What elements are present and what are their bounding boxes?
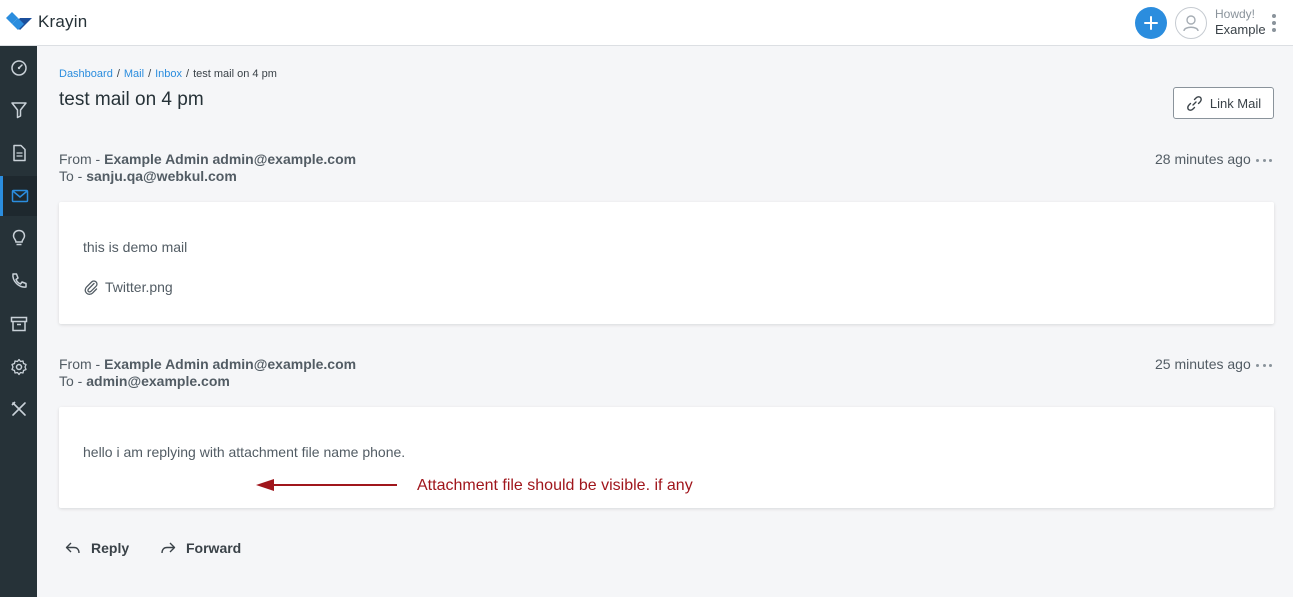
archive-icon (10, 316, 27, 332)
filter-icon (10, 102, 27, 119)
phone-icon (11, 273, 27, 288)
dot-icon (1272, 28, 1276, 32)
email-1-meta: From - Example Admin admin@example.com T… (59, 151, 356, 185)
sidebar-item-leads[interactable] (0, 90, 37, 130)
email-1-card: this is demo mail Twitter.png (59, 202, 1274, 324)
greeting-text: Howdy! (1215, 7, 1256, 21)
top-header: Krayin Howdy! Example (0, 0, 1293, 46)
sidebar-item-contacts[interactable] (0, 261, 37, 301)
breadcrumb-current: test mail on 4 pm (193, 68, 277, 80)
sidebar-item-products[interactable] (0, 304, 37, 344)
sidebar (0, 46, 37, 597)
page-title: test mail on 4 pm (59, 89, 204, 110)
breadcrumb-separator: / (116, 68, 120, 80)
dot-icon (1269, 363, 1272, 367)
email-1-from-line: From - Example Admin admin@example.com (59, 151, 356, 168)
forward-button[interactable]: Forward (160, 540, 241, 556)
dot-icon (1256, 363, 1259, 367)
sidebar-item-activities[interactable] (0, 218, 37, 258)
email-2-time: 25 minutes ago (1155, 356, 1251, 372)
email-1-time: 28 minutes ago (1155, 151, 1251, 167)
document-icon (12, 144, 26, 162)
email-1-attachment[interactable]: Twitter.png (83, 279, 173, 295)
email-2-to: admin@example.com (86, 373, 230, 389)
krayin-logo-icon (6, 12, 32, 30)
paperclip-icon (84, 280, 98, 295)
dot-icon (1256, 158, 1259, 162)
link-mail-label: Link Mail (1209, 95, 1262, 111)
email-1-to: sanju.qa@webkul.com (86, 168, 237, 184)
breadcrumb-inbox[interactable]: Inbox (155, 68, 182, 80)
breadcrumb-mail[interactable]: Mail (124, 68, 144, 80)
from-prefix: From - (59, 356, 105, 372)
sidebar-item-dashboard[interactable] (0, 48, 37, 88)
plus-icon (1144, 16, 1158, 30)
quick-add-button[interactable] (1135, 7, 1167, 39)
forward-label: Forward (186, 540, 242, 556)
dot-icon (1262, 363, 1266, 367)
email-1-more-button[interactable] (1256, 157, 1272, 163)
annotation-arrow-icon (256, 479, 397, 491)
email-1-from: Example Admin admin@example.com (104, 151, 357, 167)
email-2-from: Example Admin admin@example.com (104, 356, 357, 372)
reply-label: Reply (91, 540, 130, 556)
user-info[interactable]: Howdy! Example (1215, 7, 1266, 37)
sidebar-item-settings[interactable] (0, 347, 37, 387)
sidebar-item-quotes[interactable] (0, 133, 37, 173)
reply-icon (65, 542, 80, 554)
lightbulb-icon (12, 229, 25, 246)
forward-icon (161, 542, 176, 554)
breadcrumb-dashboard[interactable]: Dashboard (59, 68, 113, 80)
main-content: Dashboard / Mail / Inbox / test mail on 4 pm t… (37, 46, 1293, 597)
user-icon (1183, 15, 1199, 32)
email-1-body: this is demo mail (83, 239, 188, 255)
attachment-name: Twitter.png (105, 279, 173, 295)
settings-icon (10, 358, 27, 376)
breadcrumb-separator: / (148, 68, 152, 80)
breadcrumb: Dashboard / Mail / Inbox / test mail on 4 pm (59, 68, 277, 80)
dashboard-icon (10, 60, 27, 76)
email-1-to-line: To - sanju.qa@webkul.com (59, 168, 356, 185)
app-logo[interactable]: Krayin (6, 12, 87, 32)
dot-icon (1272, 14, 1276, 18)
from-prefix: From - (59, 151, 105, 167)
to-prefix: To - (59, 168, 87, 184)
dot-icon (1269, 158, 1272, 162)
avatar[interactable] (1175, 7, 1207, 39)
sidebar-item-mail[interactable] (0, 176, 37, 216)
tools-icon (10, 401, 26, 416)
breadcrumb-separator: / (186, 68, 190, 80)
mail-icon (11, 189, 29, 203)
email-2-more-button[interactable] (1256, 362, 1272, 368)
email-2-meta: From - Example Admin admin@example.com T… (59, 356, 356, 390)
user-menu-button[interactable] (1267, 12, 1281, 34)
to-prefix: To - (59, 373, 87, 389)
user-name: Example (1215, 22, 1266, 37)
dot-icon (1262, 158, 1266, 162)
email-2-to-line: To - admin@example.com (59, 373, 356, 390)
email-2-body: hello i am replying with attachment file… (83, 444, 406, 460)
sidebar-item-configuration[interactable] (0, 389, 37, 429)
annotation-text: Attachment file should be visible. if an… (417, 477, 693, 494)
reply-button[interactable]: Reply (65, 540, 129, 556)
dot-icon (1272, 21, 1276, 25)
link-mail-button[interactable]: Link Mail (1173, 87, 1274, 119)
link-icon (1186, 95, 1202, 111)
email-2-from-line: From - Example Admin admin@example.com (59, 356, 356, 373)
app-name: Krayin (38, 12, 88, 31)
